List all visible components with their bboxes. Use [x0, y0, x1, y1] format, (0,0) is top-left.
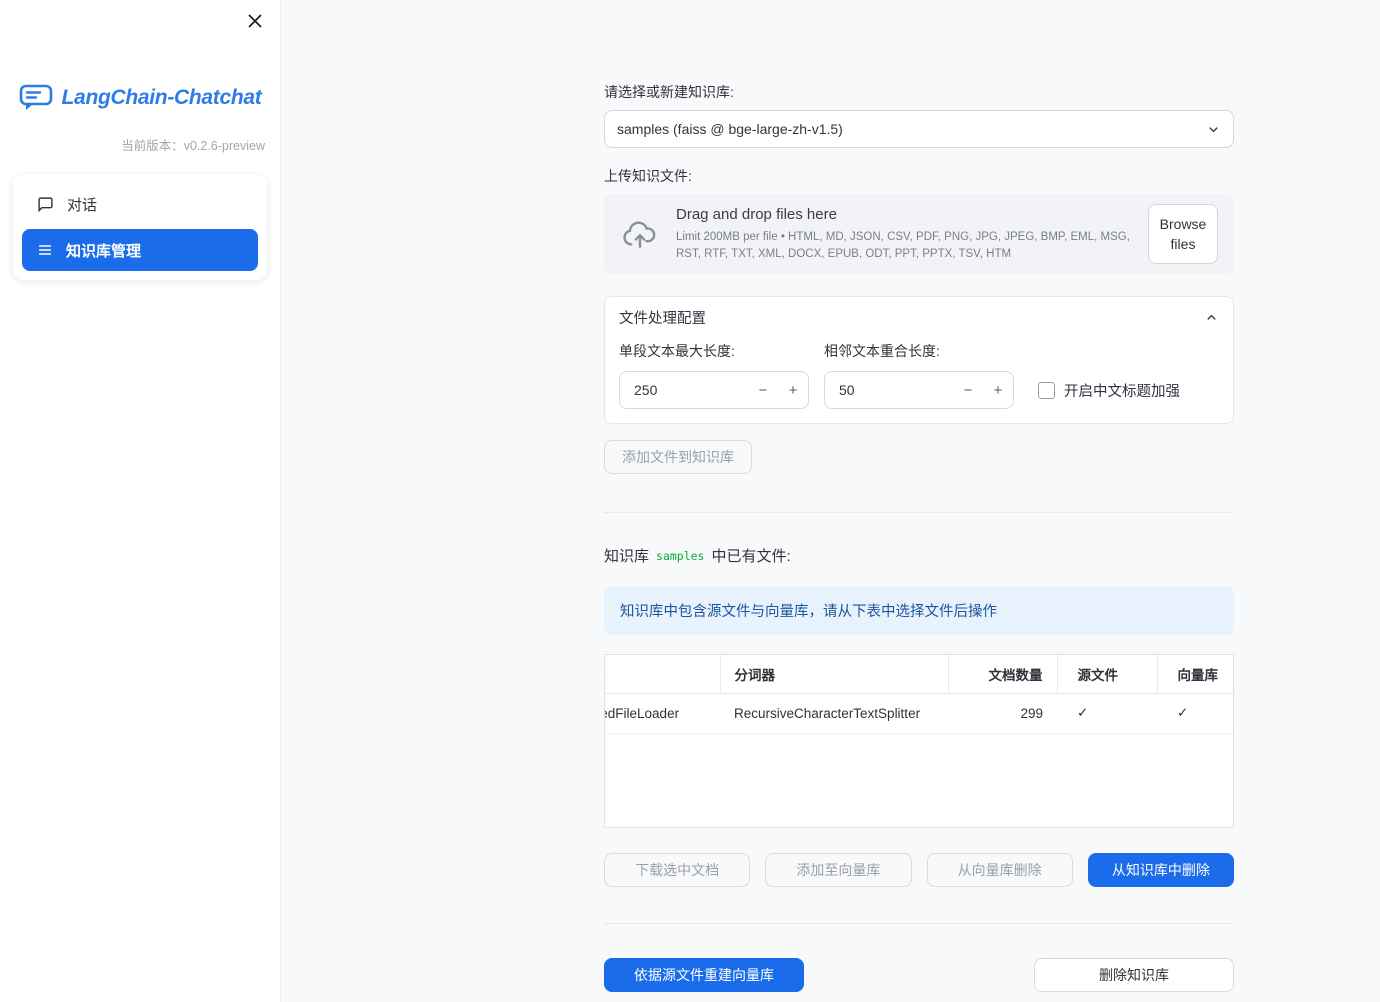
sidebar: LangChain-Chatchat 当前版本：v0.2.6-preview 对…	[0, 0, 280, 1002]
chevron-up-icon	[1207, 314, 1216, 320]
chunk-size-value: 250	[634, 382, 658, 398]
chevron-down-icon	[1209, 126, 1218, 132]
kb-heading-suffix: 中已有文件:	[711, 548, 791, 565]
divider	[604, 923, 1234, 924]
file-action-buttons: 下载选中文档 添加至向量库 从向量库删除 从知识库中删除	[604, 853, 1234, 887]
checkbox-label: 开启中文标题加强	[1064, 383, 1180, 400]
cell-loader: UnstructuredFileLoader	[605, 693, 720, 734]
sidebar-close-button[interactable]	[244, 10, 266, 32]
kb-files-heading: 知识库 samples 中已有文件:	[604, 545, 1234, 566]
col-header-splitter[interactable]: 分词器	[719, 655, 948, 694]
overlap-size-field: 相邻文本重合长度: 50 − +	[824, 341, 1014, 409]
files-table[interactable]: 文档加载器 分词器 文档数量 源文件 向量库 UnstructuredFileL…	[604, 654, 1234, 828]
col-header-doc-count[interactable]: 文档数量	[947, 655, 1057, 694]
col-header-loader[interactable]: 文档加载器	[605, 655, 720, 694]
kb-select-label: 请选择或新建知识库:	[604, 84, 734, 100]
cell-doc-count: 299	[948, 693, 1057, 734]
app-logo: LangChain-Chatchat	[0, 84, 280, 111]
checkbox-box-icon	[1038, 381, 1055, 399]
cell-source-check: ✓	[1057, 693, 1157, 734]
chunk-size-input[interactable]: 250 − +	[619, 371, 809, 409]
kb-footer-buttons: 依据源文件重建向量库 删除知识库	[604, 958, 1234, 992]
file-dropzone[interactable]: Drag and drop files here Limit 200MB per…	[604, 194, 1234, 274]
overlap-size-value: 50	[839, 382, 855, 398]
cloud-upload-icon	[623, 221, 656, 248]
sidebar-menu: 对话 知识库管理	[13, 174, 267, 280]
overlap-decrement-button[interactable]: −	[953, 372, 983, 408]
langchain-chatchat-logo-icon	[19, 84, 52, 110]
chunk-size-field: 单段文本最大长度: 250 − +	[619, 341, 809, 409]
cell-splitter: RecursiveCharacterTextSplitter	[720, 693, 948, 734]
sidebar-item-dialogue[interactable]: 对话	[22, 183, 258, 225]
download-selected-button[interactable]: 下载选中文档	[604, 853, 751, 887]
col-header-vector-store[interactable]: 向量库	[1156, 655, 1233, 694]
version-label: 当前版本：	[121, 139, 184, 153]
list-icon	[37, 242, 53, 258]
sidebar-item-knowledge-base[interactable]: 知识库管理	[22, 229, 258, 271]
rebuild-vector-store-button[interactable]: 依据源文件重建向量库	[604, 958, 804, 992]
file-config-expander: 文件处理配置 单段文本最大长度: 250 − + 相邻文本重合长度: 50 − …	[604, 296, 1234, 424]
info-alert-text: 知识库中包含源文件与向量库，请从下表中选择文件后操作	[620, 604, 997, 620]
chat-bubble-icon	[37, 196, 54, 213]
table-header-row: 文档加载器 分词器 文档数量 源文件 向量库	[605, 655, 1233, 694]
close-icon	[248, 14, 262, 28]
chunk-size-label: 单段文本最大长度:	[619, 343, 735, 359]
add-files-to-kb-button[interactable]: 添加文件到知识库	[604, 440, 752, 474]
kb-select[interactable]: samples (faiss @ bge-large-zh-v1.5)	[604, 110, 1234, 148]
upload-label: 上传知识文件:	[604, 168, 692, 184]
expander-header[interactable]: 文件处理配置	[605, 297, 1233, 337]
dropzone-hint: Limit 200MB per file • HTML, MD, JSON, C…	[676, 230, 1130, 260]
delete-from-kb-button[interactable]: 从知识库中删除	[1087, 853, 1234, 887]
cell-vector-check: ✓	[1157, 693, 1233, 734]
col-header-source-file[interactable]: 源文件	[1056, 655, 1157, 694]
divider	[604, 512, 1234, 513]
browse-files-button[interactable]: Browse files	[1148, 203, 1218, 265]
menu-item-label: 知识库管理	[66, 242, 142, 260]
zh-title-enhance-checkbox[interactable]: 开启中文标题加强	[1038, 371, 1180, 409]
main-content: 请选择或新建知识库: samples (faiss @ bge-large-zh…	[280, 0, 1380, 1002]
add-to-vector-store-button[interactable]: 添加至向量库	[765, 853, 912, 887]
delete-from-vector-store-button[interactable]: 从向量库删除	[926, 853, 1073, 887]
expander-title: 文件处理配置	[619, 310, 706, 327]
version-value: v0.2.6-preview	[183, 139, 265, 153]
kb-select-value: samples (faiss @ bge-large-zh-v1.5)	[617, 121, 843, 137]
version-text: 当前版本：v0.2.6-preview	[0, 135, 280, 154]
content-column: 请选择或新建知识库: samples (faiss @ bge-large-zh…	[604, 0, 1234, 992]
dropzone-title: Drag and drop files here	[676, 205, 837, 223]
table-row[interactable]: UnstructuredFileLoader RecursiveCharacte…	[605, 693, 1233, 734]
overlap-size-label: 相邻文本重合长度:	[824, 343, 940, 359]
overlap-increment-button[interactable]: +	[983, 372, 1013, 408]
overlap-size-input[interactable]: 50 − +	[824, 371, 1014, 409]
delete-kb-button[interactable]: 删除知识库	[1034, 958, 1234, 992]
info-alert: 知识库中包含源文件与向量库，请从下表中选择文件后操作	[604, 586, 1234, 635]
kb-heading-prefix: 知识库	[604, 548, 650, 565]
chunk-size-increment-button[interactable]: +	[778, 372, 808, 408]
menu-item-label: 对话	[67, 196, 98, 214]
kb-name-code: samples	[656, 548, 705, 563]
logo-text: LangChain-Chatchat	[61, 85, 262, 109]
chunk-size-decrement-button[interactable]: −	[748, 372, 778, 408]
expander-body: 单段文本最大长度: 250 − + 相邻文本重合长度: 50 − + 开启中文标…	[605, 337, 1233, 423]
dropzone-text: Drag and drop files here Limit 200MB per…	[676, 206, 1132, 262]
